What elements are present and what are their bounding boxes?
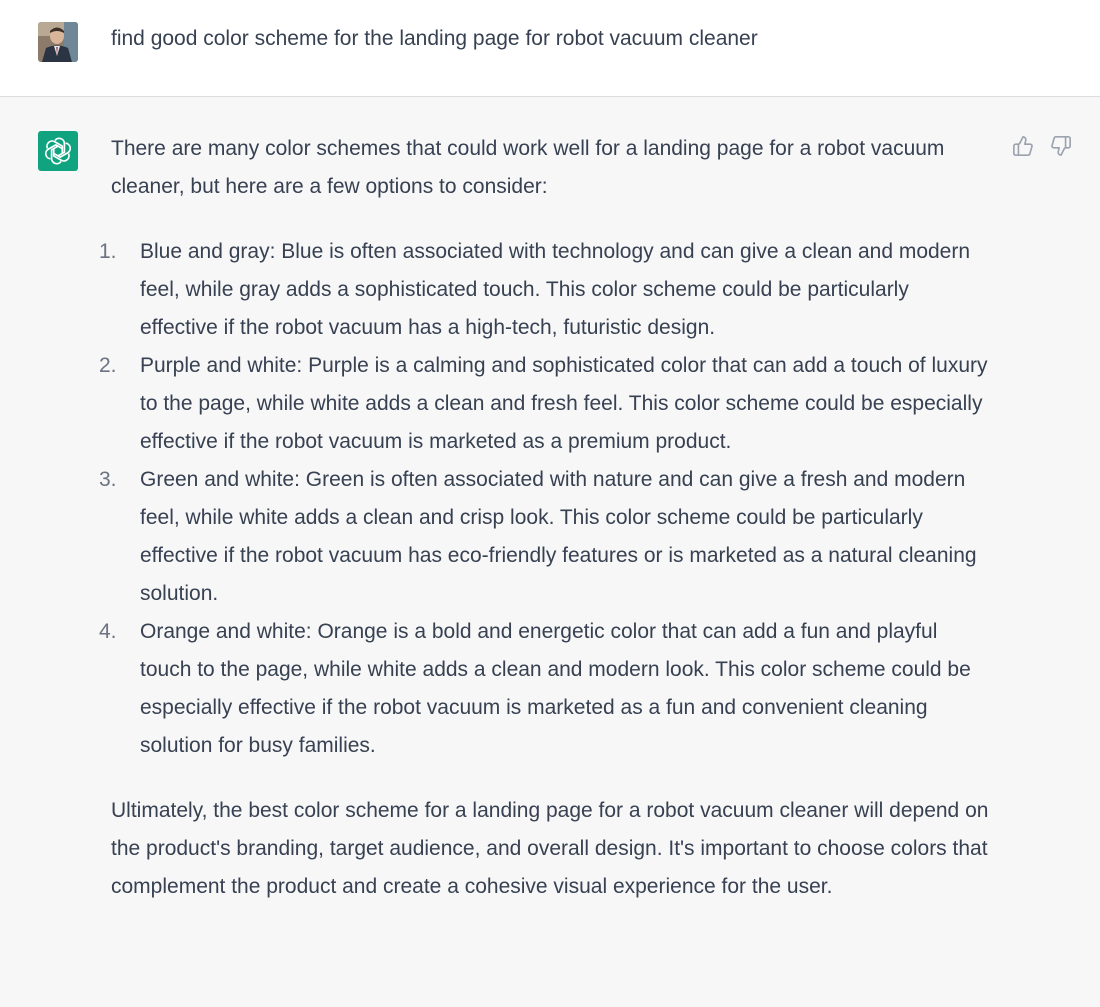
assistant-message-content: There are many color schemes that could … [99, 130, 991, 906]
list-item-number: 2. [99, 354, 117, 377]
list-item-text: Blue and gray: Blue is often associated … [140, 240, 971, 339]
list-item-number: 3. [99, 468, 117, 491]
feedback-buttons [1012, 135, 1072, 157]
color-scheme-list: 1. Blue and gray: Blue is often associat… [99, 233, 991, 765]
list-item: 3. Green and white: Green is often assoc… [99, 461, 991, 613]
assistant-message-row: There are many color schemes that could … [0, 97, 1100, 1007]
thumbs-down-icon [1051, 136, 1071, 156]
assistant-intro: There are many color schemes that could … [111, 137, 945, 198]
list-item: 4. Orange and white: Orange is a bold an… [99, 613, 991, 765]
list-item-text: Orange and white: Orange is a bold and e… [140, 620, 971, 757]
list-item-text: Purple and white: Purple is a calming an… [140, 354, 988, 453]
openai-logo-icon [38, 131, 78, 171]
list-item: 1. Blue and gray: Blue is often associat… [99, 233, 991, 347]
list-item-number: 4. [99, 620, 117, 643]
thumbs-up-button[interactable] [1012, 135, 1034, 157]
user-message-row: find good color scheme for the landing p… [0, 0, 1100, 97]
thumbs-down-button[interactable] [1050, 135, 1072, 157]
user-avatar [38, 22, 78, 62]
assistant-conclusion: Ultimately, the best color scheme for a … [111, 799, 989, 898]
list-item-text: Green and white: Green is often associat… [140, 468, 977, 605]
thumbs-up-icon [1013, 136, 1033, 156]
user-message-text: find good color scheme for the landing p… [111, 27, 758, 50]
list-item: 2. Purple and white: Purple is a calming… [99, 347, 991, 461]
list-item-number: 1. [99, 240, 117, 263]
